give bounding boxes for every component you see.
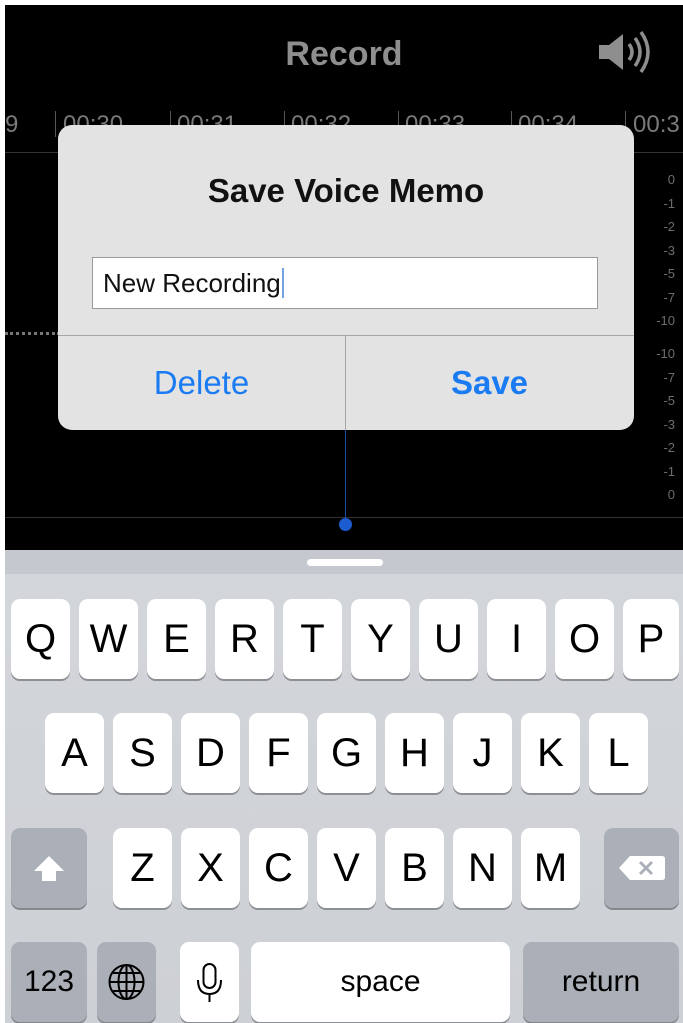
page-title: Record <box>285 35 403 73</box>
level-label: 0 <box>667 172 675 187</box>
key-m[interactable]: M <box>521 828 580 908</box>
level-label: -5 <box>663 393 675 408</box>
key-j[interactable]: J <box>453 713 512 793</box>
memo-name-input[interactable]: New Recording <box>92 257 598 309</box>
dialog-title: Save Voice Memo <box>207 172 485 209</box>
save-button[interactable]: Save <box>346 336 633 430</box>
key-g[interactable]: G <box>317 713 376 793</box>
level-scale-lower: -10 -7 -5 -3 -2 -1 0 <box>645 342 675 507</box>
key-l[interactable]: L <box>589 713 648 793</box>
key-w[interactable]: W <box>79 599 138 679</box>
space-key[interactable]: space <box>251 942 510 1022</box>
key-v[interactable]: V <box>317 828 376 908</box>
numbers-key[interactable]: 123 <box>11 942 87 1022</box>
level-label: -7 <box>663 369 675 385</box>
level-label: -1 <box>663 463 675 479</box>
key-z[interactable]: Z <box>113 828 172 908</box>
key-i[interactable]: I <box>487 599 546 679</box>
text-caret <box>281 268 284 298</box>
key-f[interactable]: F <box>249 713 308 793</box>
shift-arrow-icon <box>34 856 64 881</box>
backspace-key[interactable] <box>604 828 679 908</box>
level-label: -7 <box>663 289 675 305</box>
key-o[interactable]: O <box>555 599 614 679</box>
level-label: -10 <box>656 313 675 328</box>
level-label: -10 <box>656 346 675 361</box>
key-a[interactable]: A <box>45 713 104 793</box>
backspace-icon <box>619 856 665 880</box>
level-label: -2 <box>663 440 675 455</box>
delete-button[interactable]: Delete <box>58 336 345 430</box>
dictation-key[interactable] <box>180 942 239 1022</box>
level-label: -3 <box>663 416 675 432</box>
key-h[interactable]: H <box>385 713 444 793</box>
level-label: 0 <box>667 487 675 502</box>
memo-name-value: New Recording <box>103 268 281 298</box>
globe-icon <box>108 964 145 1000</box>
key-n[interactable]: N <box>453 828 512 908</box>
timeline-label: 00:3 <box>633 111 680 138</box>
key-q[interactable]: Q <box>11 599 70 679</box>
level-label: -1 <box>663 195 675 211</box>
keyboard: Q W E R T Y U I O P A S D F G H J K L Z … <box>5 550 683 1023</box>
keyboard-top-bar <box>5 550 683 574</box>
grabber-handle[interactable] <box>307 559 383 566</box>
key-u[interactable]: U <box>419 599 478 679</box>
level-label: -2 <box>663 219 675 234</box>
timeline-label: 9 <box>5 111 19 138</box>
microphone-icon <box>197 963 222 1002</box>
playhead-handle[interactable] <box>339 518 352 531</box>
key-b[interactable]: B <box>385 828 444 908</box>
key-d[interactable]: D <box>181 713 240 793</box>
level-label: -3 <box>663 242 675 258</box>
globe-key[interactable] <box>97 942 156 1022</box>
save-voice-memo-dialog: Save Voice Memo New Recording Delete Sav… <box>58 125 634 430</box>
level-scale-upper: 0 -1 -2 -3 -5 -7 -10 <box>645 168 675 333</box>
key-e[interactable]: E <box>147 599 206 679</box>
speaker-volume-icon[interactable] <box>595 29 655 75</box>
key-t[interactable]: T <box>283 599 342 679</box>
return-key[interactable]: return <box>523 942 679 1022</box>
key-y[interactable]: Y <box>351 599 410 679</box>
screen: Record 9 00:30 00:31 00:32 00:33 00:34 0… <box>5 5 683 1023</box>
key-r[interactable]: R <box>215 599 274 679</box>
key-s[interactable]: S <box>113 713 172 793</box>
level-label: -5 <box>663 266 675 281</box>
key-k[interactable]: K <box>521 713 580 793</box>
waveform <box>5 332 60 335</box>
key-c[interactable]: C <box>249 828 308 908</box>
shift-key[interactable] <box>11 828 87 908</box>
key-x[interactable]: X <box>181 828 240 908</box>
key-p[interactable]: P <box>623 599 679 679</box>
